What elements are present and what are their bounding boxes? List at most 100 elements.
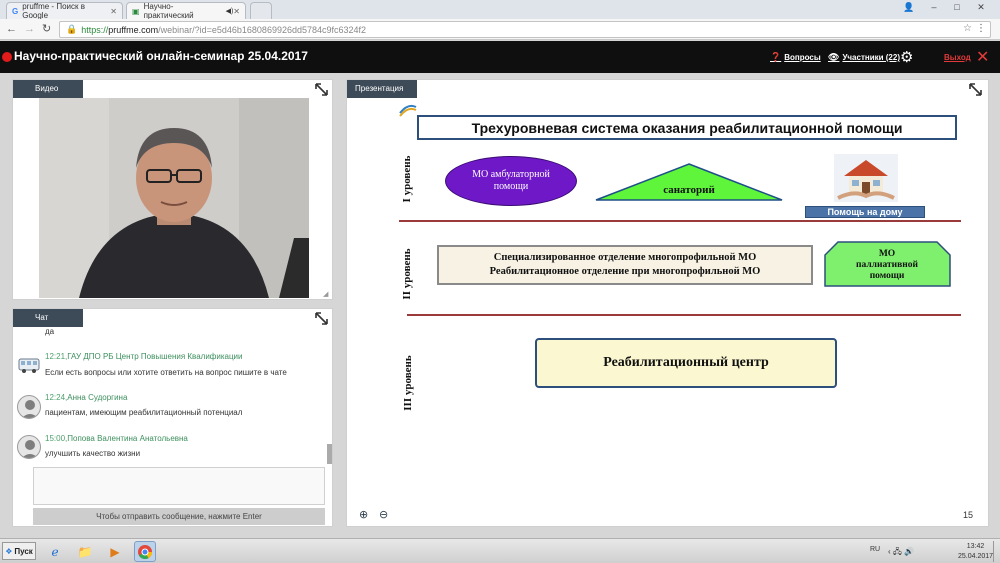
slide-logo-icon — [399, 104, 417, 117]
slide-title: Трехуровневая система оказания реабилита… — [417, 115, 957, 140]
webinar-title: Научно-практический онлайн-семинар 25.04… — [14, 49, 308, 63]
chat-message-text: улучшить качество жизни — [45, 449, 141, 458]
tray-icons[interactable]: ‹ 🖧 🔊 — [888, 546, 914, 560]
chat-message-meta: 15:00,Попова Валентина Анатольевна — [45, 434, 188, 443]
presentation-tab: Презентация — [347, 80, 417, 98]
maximize-icon[interactable]: □ — [948, 1, 966, 13]
network-icon[interactable]: 🖧 — [893, 547, 902, 556]
chat-message-text: да — [45, 327, 55, 336]
chat-message-text: пациентам, имеющим реабилитационный поте… — [45, 408, 243, 417]
expand-icon[interactable] — [969, 83, 982, 96]
chat-message-author[interactable]: Попова Валентина Анатольевна — [67, 434, 188, 443]
user-placeholder-icon — [21, 440, 39, 458]
browser-tab-webinar[interactable]: ▣ Научно-практический ◀) ✕ — [126, 2, 246, 20]
participants-link[interactable]: 👁 Участники (22) — [828, 52, 900, 63]
chat-message-time: 15:00, — [45, 434, 68, 443]
media-player-icon[interactable]: ▶ — [104, 541, 126, 562]
page-number: 15 — [963, 510, 974, 520]
chrome-icon[interactable] — [134, 541, 156, 562]
url-host: pruffme.com — [108, 24, 159, 35]
chat-panel: Чат да 12:21,ГАУ ДПО РБ Центр Повышения … — [12, 308, 333, 527]
video-frame-image — [39, 98, 309, 298]
speaker-icon: ◀) — [225, 8, 234, 15]
clock-date: 25.04.2017 — [958, 553, 994, 560]
start-label: Пуск — [14, 546, 33, 556]
close-window-icon[interactable]: ✕ — [972, 1, 990, 13]
show-desktop-button[interactable] — [993, 541, 999, 562]
level-1-label: I уровень — [401, 155, 413, 203]
chat-message-author[interactable]: ГАУ ДПО РБ Центр Повышения Квалификации — [67, 352, 242, 361]
level-3-label: III уровень — [402, 355, 414, 411]
tab-label: pruffme - Поиск в Google — [22, 2, 85, 20]
chat-message-time: 12:21, — [45, 352, 68, 361]
url-scheme: https:// — [81, 24, 109, 35]
eye-icon: 👁 — [828, 52, 840, 62]
chat-message-author[interactable]: Анна Судоргина — [67, 393, 127, 402]
volume-icon[interactable]: 🔊 — [904, 547, 914, 556]
specialized-department-box: Специализированное отделение многопрофил… — [437, 245, 813, 285]
zoom-in-icon[interactable]: ⊕ — [359, 508, 368, 521]
live-indicator-icon — [2, 52, 12, 62]
questions-link[interactable]: ❓ Вопросы — [770, 52, 821, 63]
chat-scrollbar[interactable] — [327, 444, 332, 464]
expand-icon[interactable] — [315, 83, 328, 96]
user-icon[interactable]: 👤 — [900, 1, 918, 13]
clock-time: 13:42 — [966, 543, 985, 550]
gear-icon[interactable]: ⚙ — [900, 48, 913, 66]
participants-label: Участники (22) — [842, 53, 900, 62]
webinar-icon: ▣ — [132, 6, 140, 16]
house-image — [834, 154, 898, 202]
windows-logo-icon: ❖ — [5, 546, 13, 556]
minimize-icon[interactable]: – — [925, 1, 943, 13]
clock[interactable]: 13:42 25.04.2017 — [958, 542, 993, 562]
forward-icon[interactable]: → — [24, 23, 35, 35]
folder-icon[interactable]: 📁 — [74, 541, 96, 562]
level-divider — [399, 220, 961, 222]
question-icon: ❓ — [770, 52, 782, 62]
bus-icon — [18, 358, 40, 373]
level-divider — [407, 314, 961, 316]
chat-message-input[interactable] — [33, 467, 325, 505]
tab-label: Научно-практический — [143, 2, 194, 20]
language-indicator[interactable]: RU — [870, 546, 880, 553]
chat-tab: Чат — [13, 309, 83, 327]
address-bar: ← → ↻ 🔒 https:// pruffme.com /webinar/?i… — [0, 19, 1000, 40]
avatar — [17, 395, 41, 419]
browser-tab-google[interactable]: G pruffme - Поиск в Google ✕ — [6, 2, 123, 20]
questions-label: Вопросы — [784, 53, 821, 62]
start-button[interactable]: ❖ Пуск — [2, 542, 36, 560]
speaker-video[interactable] — [39, 98, 309, 298]
close-icon[interactable]: ✕ — [976, 47, 989, 67]
zoom-out-icon[interactable]: ⊖ — [379, 508, 388, 521]
bookmark-star-icon[interactable]: ☆ — [963, 23, 972, 34]
reload-icon[interactable]: ↻ — [42, 23, 51, 35]
lock-icon: 🔒 — [66, 24, 78, 34]
specialized-line-1: Специализированное отделение многопрофил… — [493, 252, 757, 263]
chat-message-meta: 12:21,ГАУ ДПО РБ Центр Повышения Квалифи… — [45, 352, 243, 361]
browser-menu-icon[interactable]: ⋮ — [976, 23, 986, 34]
resize-handle-icon[interactable]: ◢ — [323, 290, 328, 298]
chat-message-text: Если есть вопросы или хотите ответить на… — [45, 368, 287, 377]
chat-message-meta: 12:24,Анна Судоргина — [45, 393, 127, 402]
tray-expand-icon[interactable]: ‹ — [888, 547, 891, 556]
google-icon: G — [12, 6, 19, 16]
chat-send-hint[interactable]: Чтобы отправить сообщение, нажмите Enter — [33, 508, 325, 525]
rehab-center-box: Реабилитационный центр — [535, 338, 837, 388]
video-tab: Видео — [13, 80, 83, 98]
close-tab-icon[interactable]: ✕ — [110, 7, 117, 16]
windows-taskbar: ❖ Пуск ℯ 📁 ▶ RU ‹ 🖧 🔊 13:42 25.04.2017 — [0, 538, 1000, 563]
url-input[interactable]: 🔒 https:// pruffme.com /webinar/?id=e5d4… — [59, 21, 991, 38]
avatar — [17, 435, 41, 459]
specialized-line-2: Реабилитационное отделение при многопроф… — [489, 266, 761, 277]
palliative-label: МО паллиативной помощи — [856, 248, 918, 281]
close-tab-icon[interactable]: ✕ — [233, 7, 240, 16]
expand-icon[interactable] — [315, 312, 328, 325]
back-icon[interactable]: ← — [6, 23, 17, 35]
chrome-logo-icon — [138, 544, 153, 559]
user-placeholder-icon — [21, 400, 39, 418]
sanatorium-label: санаторий — [663, 184, 715, 196]
exit-link[interactable]: Выход — [944, 53, 971, 62]
internet-explorer-icon[interactable]: ℯ — [44, 541, 66, 562]
presentation-panel: Презентация Трехуровневая система оказан… — [346, 79, 989, 527]
new-tab-button[interactable] — [250, 2, 272, 19]
